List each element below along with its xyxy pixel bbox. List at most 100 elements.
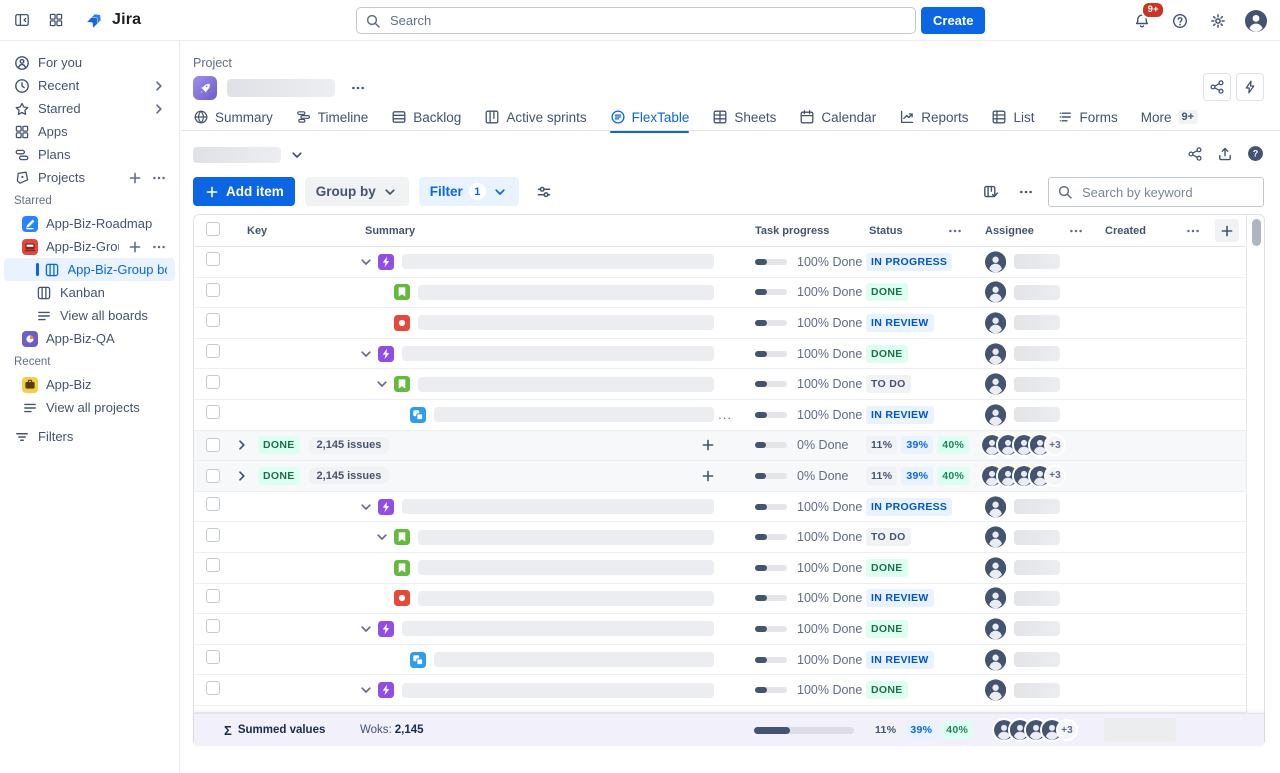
table-row[interactable]: ...100% DoneIN REVIEW bbox=[194, 400, 1246, 431]
sidebar-item-app-biz-group[interactable]: App-Biz-Group bbox=[4, 235, 175, 258]
table-row[interactable]: 100% DoneDONE bbox=[194, 553, 1246, 584]
tab-more[interactable]: More9+ bbox=[1141, 104, 1198, 130]
row-checkbox[interactable] bbox=[206, 558, 220, 572]
export-icon[interactable] bbox=[1217, 146, 1233, 162]
sidebar-item-starred[interactable]: Starred bbox=[4, 97, 175, 120]
app-switcher-icon[interactable] bbox=[42, 6, 70, 34]
tab-backlog[interactable]: Backlog bbox=[391, 104, 461, 130]
status-badge[interactable]: IN REVIEW bbox=[866, 314, 934, 332]
add-icon[interactable] bbox=[127, 239, 143, 255]
add-item-button[interactable]: Add item bbox=[193, 177, 295, 206]
tab-forms[interactable]: Forms bbox=[1058, 104, 1118, 130]
row-checkbox[interactable] bbox=[206, 497, 220, 511]
sidebar-item-apps[interactable]: Apps bbox=[4, 120, 175, 143]
status-badge[interactable]: IN PROGRESS bbox=[866, 253, 952, 271]
status-badge[interactable]: DONE bbox=[866, 681, 908, 699]
global-search[interactable] bbox=[356, 7, 916, 34]
tab-list[interactable]: List bbox=[991, 104, 1034, 130]
project-more-icon[interactable] bbox=[345, 75, 371, 101]
share-view-icon[interactable] bbox=[1187, 146, 1203, 162]
row-checkbox[interactable] bbox=[206, 405, 220, 419]
table-row[interactable]: 100% DoneDONE bbox=[194, 339, 1246, 370]
select-all-checkbox[interactable] bbox=[206, 222, 220, 236]
expand-row-icon[interactable] bbox=[374, 529, 390, 545]
tab-sheets[interactable]: Sheets bbox=[712, 104, 776, 130]
display-settings-icon[interactable] bbox=[529, 177, 559, 206]
share-project-button[interactable] bbox=[1203, 73, 1231, 101]
column-menu-icon[interactable] bbox=[1178, 223, 1208, 239]
status-badge[interactable]: TO DO bbox=[866, 375, 911, 393]
sidebar-item-plans[interactable]: Plans bbox=[4, 143, 175, 166]
tab-active-sprints[interactable]: Active sprints bbox=[484, 104, 586, 130]
status-badge[interactable]: IN PROGRESS bbox=[866, 498, 952, 516]
table-row[interactable]: 100% DoneTO DO bbox=[194, 369, 1246, 400]
sidebar-item-app-biz-roadmap[interactable]: App-Biz-Roadmap bbox=[4, 212, 175, 235]
more-options-icon[interactable] bbox=[1013, 179, 1039, 205]
row-checkbox[interactable] bbox=[206, 650, 220, 664]
group-by-button[interactable]: Group by bbox=[305, 177, 409, 206]
column-menu-icon[interactable] bbox=[938, 223, 972, 239]
profile-avatar[interactable] bbox=[1242, 7, 1270, 35]
sidebar-item-recent[interactable]: Recent bbox=[4, 74, 175, 97]
row-checkbox[interactable] bbox=[206, 469, 220, 483]
row-checkbox[interactable] bbox=[206, 283, 220, 297]
row-checkbox[interactable] bbox=[206, 375, 220, 389]
status-badge[interactable]: IN REVIEW bbox=[866, 589, 934, 607]
column-header-progress[interactable]: Task progress bbox=[742, 225, 856, 237]
row-checkbox[interactable] bbox=[206, 313, 220, 327]
tab-calendar[interactable]: Calendar bbox=[799, 104, 876, 130]
table-row[interactable]: 100% DoneIN REVIEW bbox=[194, 584, 1246, 615]
status-badge[interactable]: DONE bbox=[866, 283, 908, 301]
expand-row-icon[interactable] bbox=[358, 499, 374, 515]
add-column-button[interactable] bbox=[1215, 219, 1239, 242]
expand-row-icon[interactable] bbox=[358, 346, 374, 362]
column-header-created[interactable]: Created bbox=[1092, 225, 1178, 237]
status-badge[interactable]: DONE bbox=[866, 620, 908, 638]
settings-icon[interactable] bbox=[1204, 7, 1232, 35]
table-group-row[interactable]: DONE2,145 issues0% Done11%39%40%+3 bbox=[194, 431, 1246, 462]
tab-reports[interactable]: Reports bbox=[899, 104, 968, 130]
table-scrollbar[interactable] bbox=[1252, 219, 1261, 246]
expand-group-icon[interactable] bbox=[234, 437, 250, 453]
row-checkbox[interactable] bbox=[206, 681, 220, 695]
status-badge[interactable]: DONE bbox=[866, 559, 908, 577]
expand-row-icon[interactable] bbox=[358, 621, 374, 637]
help-filled-icon[interactable]: ? bbox=[1247, 145, 1264, 162]
column-menu-icon[interactable] bbox=[1060, 223, 1092, 239]
table-row[interactable]: 100% DoneIN REVIEW bbox=[194, 308, 1246, 339]
status-badge[interactable]: DONE bbox=[866, 345, 908, 363]
notifications-icon[interactable]: 9+ bbox=[1128, 7, 1156, 35]
sidebar-item-view-all-boards[interactable]: View all boards bbox=[4, 304, 175, 327]
add-icon[interactable] bbox=[127, 170, 143, 186]
table-row[interactable]: 100% DoneIN PROGRESS bbox=[194, 247, 1246, 278]
sidebar-item-projects[interactable]: Projects bbox=[4, 166, 175, 189]
status-badge[interactable]: IN REVIEW bbox=[866, 651, 934, 669]
table-row[interactable]: 100% DoneDONE bbox=[194, 675, 1246, 706]
add-issue-to-group-icon[interactable] bbox=[700, 437, 716, 453]
column-header-summary[interactable]: Summary bbox=[352, 225, 742, 237]
column-header-key[interactable]: Key bbox=[234, 225, 352, 237]
expand-group-icon[interactable] bbox=[234, 468, 250, 484]
row-checkbox[interactable] bbox=[206, 619, 220, 633]
row-checkbox[interactable] bbox=[206, 438, 220, 452]
sidebar-item-app-biz[interactable]: App-Biz bbox=[4, 373, 175, 396]
board-settings-icon[interactable] bbox=[978, 179, 1004, 205]
keyword-search-input[interactable] bbox=[1080, 184, 1260, 201]
filter-button[interactable]: Filter 1 bbox=[419, 177, 519, 206]
tab-flextable[interactable]: FlexTable bbox=[610, 104, 690, 130]
view-selector-chevron-icon[interactable] bbox=[289, 147, 305, 163]
create-button[interactable]: Create bbox=[921, 7, 985, 34]
sidebar-item-app-biz-group-board[interactable]: App-Biz-Group board bbox=[4, 258, 175, 281]
expand-row-icon[interactable] bbox=[374, 376, 390, 392]
row-checkbox[interactable] bbox=[206, 344, 220, 358]
automation-button[interactable] bbox=[1236, 73, 1264, 101]
more-icon[interactable] bbox=[151, 170, 167, 186]
table-row[interactable]: 100% DoneDONE bbox=[194, 278, 1246, 309]
status-badge[interactable]: TO DO bbox=[866, 528, 911, 546]
help-icon[interactable] bbox=[1166, 7, 1194, 35]
table-row[interactable]: 100% DoneIN REVIEW bbox=[194, 645, 1246, 676]
more-icon[interactable] bbox=[151, 239, 167, 255]
sidebar-item-view-all-projects[interactable]: View all projects bbox=[4, 396, 175, 419]
sidebar-collapse-icon[interactable] bbox=[8, 6, 36, 34]
table-row[interactable]: 100% DoneTO DO bbox=[194, 522, 1246, 553]
